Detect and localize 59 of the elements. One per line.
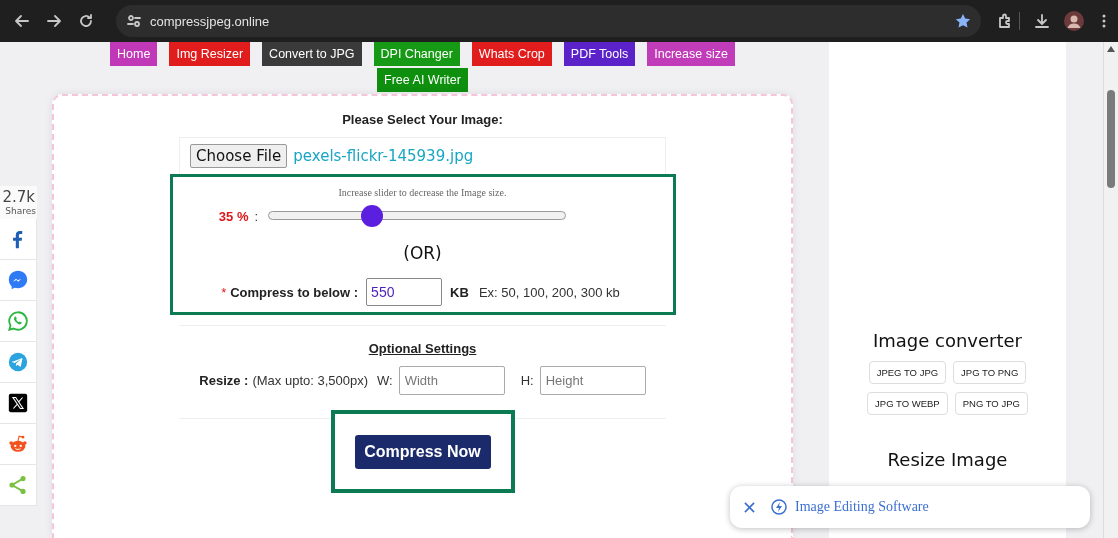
ad-link[interactable]: Image Editing Software bbox=[795, 499, 929, 515]
extensions-icon[interactable] bbox=[997, 13, 1013, 29]
reddit-icon[interactable] bbox=[7, 433, 29, 455]
avatar-icon[interactable] bbox=[1064, 11, 1084, 31]
height-field[interactable]: Height bbox=[539, 366, 646, 395]
quality-percent: 35 % bbox=[218, 208, 249, 224]
address-bar[interactable]: compressjpeg.online bbox=[116, 5, 981, 37]
download-icon[interactable] bbox=[1034, 13, 1050, 29]
whatsapp-icon[interactable] bbox=[7, 310, 29, 332]
resize-note: (Max upto: 3,500px) bbox=[252, 373, 369, 388]
nav-link[interactable]: PDF Tools bbox=[563, 42, 636, 66]
unit-label: KB bbox=[450, 284, 469, 300]
share-count: 2.7k bbox=[1, 188, 35, 206]
converter-link[interactable]: JPG TO WEBP bbox=[867, 392, 948, 415]
upload-heading: Please Select Your Image: bbox=[342, 112, 503, 128]
nav-link[interactable]: Home bbox=[110, 42, 158, 66]
required-mark: * bbox=[221, 284, 227, 300]
close-icon[interactable] bbox=[744, 501, 755, 513]
example-text: Ex: 50, 100, 200, 300 kb bbox=[478, 284, 620, 300]
choose-file-button[interactable]: Choose File bbox=[190, 144, 288, 168]
section-title: Image converter bbox=[871, 329, 1024, 353]
scrollbar[interactable] bbox=[1103, 42, 1118, 538]
optional-settings-heading: Optional Settings bbox=[368, 341, 477, 357]
nav-link[interactable]: Convert to JPG bbox=[262, 42, 362, 66]
bookmark-star-icon[interactable] bbox=[955, 13, 971, 29]
width-field[interactable]: Width bbox=[398, 366, 505, 395]
scroll-up-icon[interactable] bbox=[1107, 46, 1115, 52]
telegram-icon[interactable] bbox=[7, 351, 29, 373]
forward-icon[interactable] bbox=[46, 13, 62, 29]
resize-label: Resize : bbox=[199, 373, 249, 388]
compress-size-label: Compress to below : bbox=[230, 284, 359, 300]
size-input-field[interactable]: 550 bbox=[366, 278, 443, 306]
reload-icon[interactable] bbox=[78, 13, 94, 29]
quality-slider[interactable] bbox=[268, 205, 567, 227]
or-separator: (OR) bbox=[403, 243, 442, 263]
section-title: Resize Image bbox=[886, 448, 1009, 472]
converter-link[interactable]: JPEG TO JPG bbox=[868, 361, 947, 384]
more-menu-icon[interactable] bbox=[1102, 13, 1106, 29]
colon-label: : bbox=[254, 208, 259, 224]
nav-link[interactable]: Increase size bbox=[647, 42, 735, 66]
nav-link[interactable]: DPI Changer bbox=[373, 42, 460, 66]
file-name: pexels-flickr-145939.jpg bbox=[293, 147, 474, 165]
site-settings-icon[interactable] bbox=[126, 13, 142, 29]
shares-label: Shares bbox=[4, 206, 36, 217]
width-label: W: bbox=[377, 373, 393, 388]
compress-now-button[interactable]: Compress Now bbox=[354, 434, 491, 469]
height-label: H: bbox=[520, 373, 534, 388]
back-icon[interactable] bbox=[14, 13, 30, 29]
converter-link[interactable]: JPG TO PNG bbox=[953, 361, 1027, 384]
x-logo-icon[interactable] bbox=[7, 392, 29, 414]
slider-thumb[interactable] bbox=[361, 205, 384, 227]
nav-link[interactable]: Img Resizer bbox=[169, 42, 251, 66]
converter-link[interactable]: PNG TO JPG bbox=[954, 392, 1028, 415]
scrollbar-thumb[interactable] bbox=[1107, 90, 1115, 188]
messenger-icon[interactable] bbox=[7, 269, 29, 291]
nav-link[interactable]: Whats Crop bbox=[471, 42, 552, 66]
nav-link[interactable]: Free AI Writer bbox=[377, 68, 468, 92]
slider-hint: Increase slider to decrease the Image size. bbox=[338, 187, 507, 199]
lightning-icon[interactable] bbox=[771, 499, 787, 515]
